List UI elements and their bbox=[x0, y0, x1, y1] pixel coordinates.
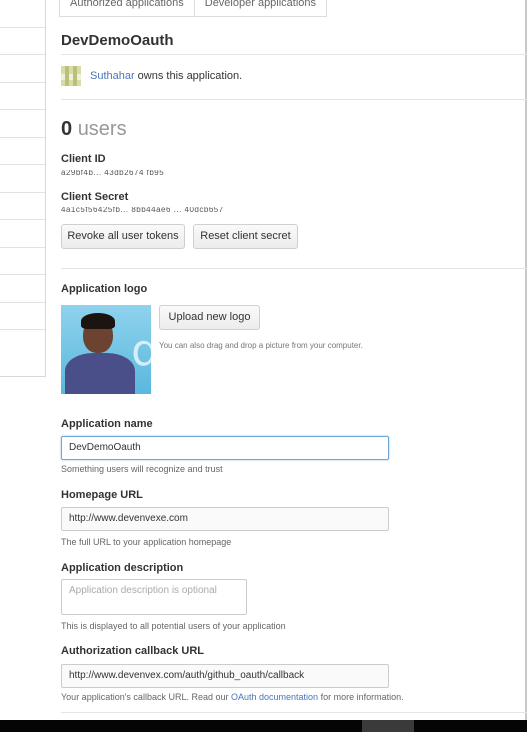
client-id-value: a29bf4b... 43db2674 fb95 bbox=[61, 170, 165, 176]
users-number: 0 bbox=[61, 118, 73, 140]
owner-text: owns this application. bbox=[137, 70, 243, 82]
sidebar-panel bbox=[0, 0, 46, 377]
owner-info: Suthahar owns this application. bbox=[61, 66, 242, 86]
client-id-label: Client ID bbox=[61, 153, 106, 165]
taskbar-item[interactable] bbox=[362, 720, 414, 732]
description-textarea[interactable]: Application description is optional bbox=[61, 579, 247, 615]
description-label: Application description bbox=[61, 562, 184, 574]
application-logo-image: d bbox=[61, 305, 151, 394]
callback-label: Authorization callback URL bbox=[61, 645, 205, 657]
sidebar-row[interactable] bbox=[0, 83, 45, 110]
sidebar-row[interactable] bbox=[0, 303, 45, 330]
logo-label: Application logo bbox=[61, 283, 148, 295]
tab-developer-applications[interactable]: Developer applications bbox=[194, 0, 328, 17]
callback-note: Your application's callback URL. Read ou… bbox=[61, 692, 404, 702]
homepage-note: The full URL to your application homepag… bbox=[61, 537, 232, 547]
person-hair-shape bbox=[81, 313, 115, 329]
homepage-url-input[interactable]: http://www.devenvexe.com bbox=[61, 507, 389, 531]
users-label: users bbox=[77, 118, 127, 140]
name-label: Application name bbox=[61, 418, 153, 430]
reset-secret-button[interactable]: Reset client secret bbox=[193, 224, 298, 249]
name-note: Something users will recognize and trust bbox=[61, 464, 223, 474]
oauth-documentation-link[interactable]: OAuth documentation bbox=[231, 692, 318, 702]
divider bbox=[61, 268, 527, 269]
client-secret-label: Client Secret bbox=[61, 191, 129, 203]
divider bbox=[61, 99, 527, 100]
sidebar-row[interactable] bbox=[0, 275, 45, 303]
application-tabs: Authorized applications Developer applic… bbox=[59, 0, 328, 17]
callback-note-text-end: for more information. bbox=[320, 692, 404, 702]
sidebar-row[interactable] bbox=[0, 248, 45, 275]
sidebar-row[interactable] bbox=[0, 165, 45, 193]
person-body-shape bbox=[65, 353, 135, 394]
application-name-input[interactable]: DevDemoOauth bbox=[61, 436, 389, 460]
owner-link[interactable]: Suthahar bbox=[90, 70, 135, 82]
description-note: This is displayed to all potential users… bbox=[61, 621, 286, 631]
sidebar-row[interactable] bbox=[0, 110, 45, 138]
tab-authorized-applications[interactable]: Authorized applications bbox=[59, 0, 195, 17]
sidebar-row[interactable] bbox=[0, 193, 45, 220]
homepage-label: Homepage URL bbox=[61, 489, 143, 501]
sidebar-row[interactable] bbox=[0, 0, 45, 28]
sidebar-row[interactable] bbox=[0, 55, 45, 83]
users-count: 0 users bbox=[61, 118, 127, 141]
callback-note-text: Your application's callback URL. Read ou… bbox=[61, 692, 229, 702]
logo-drag-hint: You can also drag and drop a picture fro… bbox=[159, 341, 363, 350]
sidebar-row[interactable] bbox=[0, 138, 45, 165]
upload-logo-button[interactable]: Upload new logo bbox=[159, 305, 260, 330]
revoke-tokens-button[interactable]: Revoke all user tokens bbox=[61, 224, 185, 249]
sidebar-row[interactable] bbox=[0, 220, 45, 248]
client-secret-value: 4a1c5f56425fb... 8bb44ae6 ... 40dcb657 bbox=[61, 207, 224, 213]
sidebar-row[interactable] bbox=[0, 28, 45, 55]
divider bbox=[61, 712, 527, 713]
taskbar bbox=[0, 720, 527, 732]
divider bbox=[61, 54, 527, 55]
page-title: DevDemoOauth bbox=[61, 32, 174, 49]
callback-url-input[interactable]: http://www.devenvex.com/auth/github_oaut… bbox=[61, 664, 389, 688]
avatar bbox=[61, 66, 81, 86]
